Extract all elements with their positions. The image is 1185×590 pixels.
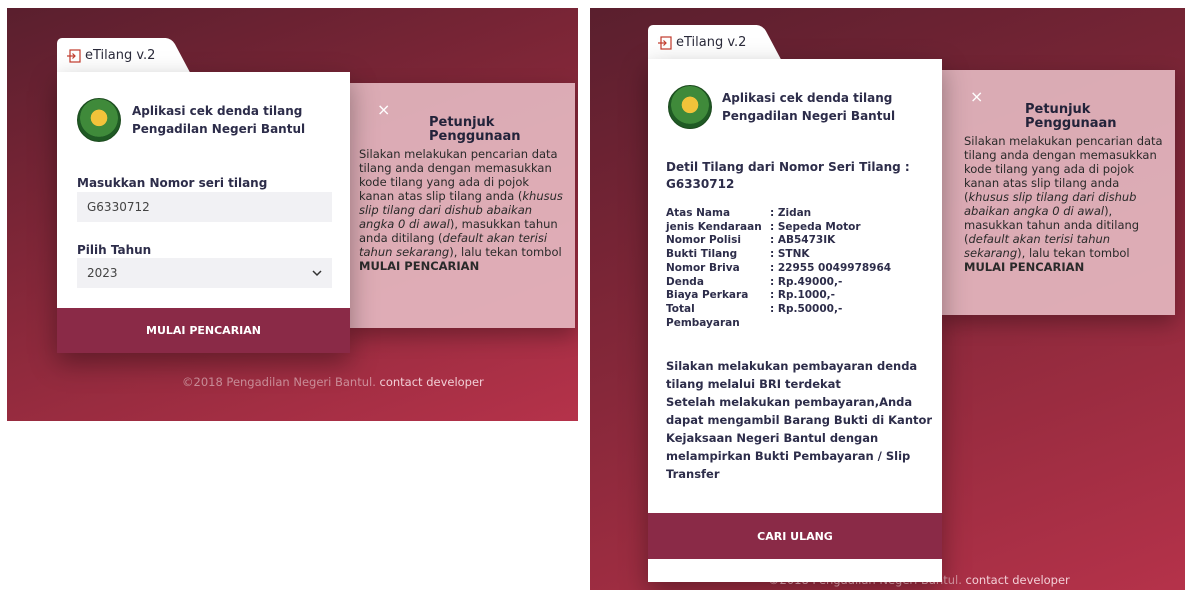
detail-table: Atas Nama: Zidan jenis Kendaraan: Sepeda… bbox=[666, 207, 891, 330]
detail-row: Atas Nama: Zidan bbox=[666, 207, 812, 219]
tahun-label: Pilih Tahun bbox=[77, 243, 152, 257]
nomor-label: Masukkan Nomor seri tilang bbox=[77, 176, 268, 190]
footer: ©2018 Pengadilan Negeri Bantul. contact … bbox=[182, 375, 484, 389]
detail-nomor: G6330712 bbox=[666, 177, 735, 191]
detail-row: Nomor Polisi: AB5473IK bbox=[666, 234, 836, 247]
nomor-input[interactable] bbox=[77, 192, 332, 222]
close-icon[interactable]: × bbox=[970, 89, 983, 105]
help-panel: × Petunjuk Penggunaan Silakan melakukan … bbox=[940, 70, 1175, 315]
contact-developer-link[interactable]: contact developer bbox=[380, 375, 484, 389]
tahun-select[interactable]: 2023 bbox=[77, 258, 332, 288]
detail-row: Total Pembayaran: Rp.50000,- bbox=[666, 302, 843, 329]
court-logo bbox=[668, 85, 712, 129]
login-icon bbox=[658, 35, 672, 50]
tahun-value: 2023 bbox=[87, 266, 118, 280]
search-card: Aplikasi cek denda tilang Pengadilan Neg… bbox=[57, 72, 350, 353]
footer-text: ©2018 Pengadilan Negeri Bantul. bbox=[768, 573, 962, 587]
detail-row: jenis Kendaraan: Sepeda Motor bbox=[666, 220, 861, 233]
result-card: Aplikasi cek denda tilang Pengadilan Neg… bbox=[648, 59, 942, 582]
detail-row: Bukti Tilang: STNK bbox=[666, 248, 810, 261]
result-screen: eTilang v.2 × Petunjuk Penggunaan Silaka… bbox=[590, 8, 1185, 590]
detail-row: Denda: Rp.49000,- bbox=[666, 275, 843, 288]
brand-label: eTilang v.2 bbox=[676, 35, 747, 50]
chevron-down-icon bbox=[312, 270, 322, 277]
help-title: Petunjuk Penggunaan bbox=[429, 115, 521, 144]
login-icon bbox=[67, 48, 81, 63]
app-title: Aplikasi cek denda tilang Pengadilan Neg… bbox=[132, 104, 306, 136]
brand-label: eTilang v.2 bbox=[85, 48, 156, 63]
search-screen: eTilang v.2 × Petunjuk Penggunaan Silaka… bbox=[7, 8, 578, 421]
detail-row: Nomor Briva: 22955 0049978964 bbox=[666, 261, 892, 274]
help-body: Silakan melakukan pencarian data tilang … bbox=[359, 147, 563, 273]
cari-ulang-button[interactable]: CARI ULANG bbox=[648, 513, 942, 559]
help-title: Petunjuk Penggunaan bbox=[1025, 102, 1117, 131]
footer-text: ©2018 Pengadilan Negeri Bantul. bbox=[182, 375, 376, 389]
court-logo bbox=[77, 98, 121, 142]
help-body: Silakan melakukan pencarian data tilang … bbox=[964, 134, 1163, 274]
help-panel: × Petunjuk Penggunaan Silakan melakukan … bbox=[347, 83, 575, 328]
close-icon[interactable]: × bbox=[377, 102, 390, 118]
detail-row: Biaya Perkara: Rp.1000,- bbox=[666, 289, 836, 302]
mulai-pencarian-button[interactable]: MULAI PENCARIAN bbox=[57, 308, 350, 353]
footer: ©2018 Pengadilan Negeri Bantul. contact … bbox=[768, 573, 1070, 587]
contact-developer-link[interactable]: contact developer bbox=[966, 573, 1070, 587]
app-title: Aplikasi cek denda tilang Pengadilan Neg… bbox=[722, 91, 896, 123]
payment-info: Silakan melakukan pembayaran denda tilan… bbox=[666, 359, 933, 481]
detail-heading: Detil Tilang dari Nomor Seri Tilang : G6… bbox=[666, 160, 910, 191]
